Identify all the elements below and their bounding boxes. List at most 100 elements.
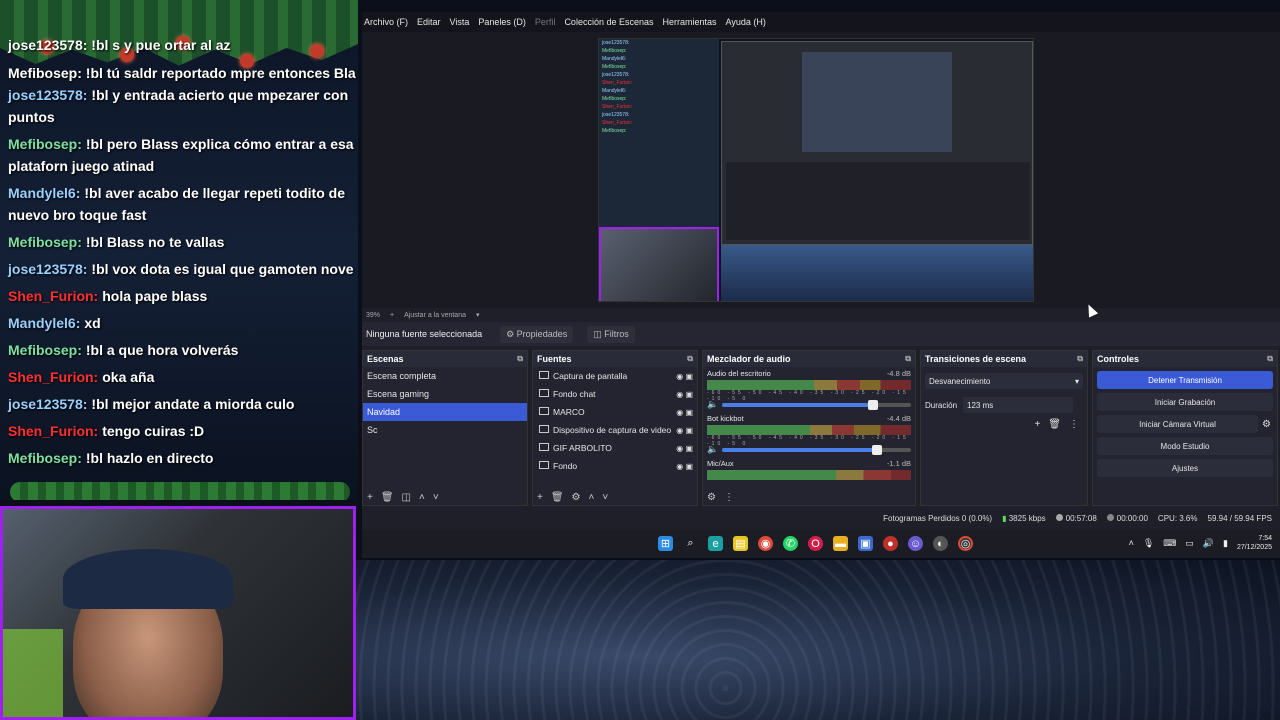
menu-item[interactable]: Archivo (F) [364, 17, 408, 27]
battery-icon[interactable]: ▮ [1223, 538, 1228, 549]
chat-message: Mefibosep: !bl hazlo en directo [8, 447, 356, 469]
mixer-channel-header: Bot kickbot -4.4 dB [707, 414, 911, 423]
transition-select[interactable]: Desvanecimiento ▾ [925, 373, 1083, 389]
filter-icon[interactable]: ◫ [402, 492, 411, 503]
volume-slider-fill [722, 447, 878, 452]
discord-icon[interactable]: ☺ [908, 536, 923, 551]
add-icon[interactable]: + [1034, 419, 1040, 430]
windows-start-icon[interactable]: ⊞ [658, 536, 673, 551]
microphone-icon[interactable]: 🎙 [1143, 538, 1154, 549]
chrome-icon[interactable]: ◉ [758, 536, 773, 551]
settings-button[interactable]: Ajustes [1097, 459, 1273, 477]
menu-item[interactable]: Vista [450, 17, 470, 27]
lock-icon[interactable]: ▣ [685, 444, 693, 453]
speaker-icon[interactable]: 🔈 [707, 399, 718, 410]
chevron-down-icon[interactable]: ▾ [476, 311, 480, 319]
cpu-usage: CPU: 3.6% [1157, 513, 1198, 523]
lock-icon[interactable]: ▣ [685, 408, 693, 417]
studio-mode-button[interactable]: Modo Estudio [1097, 437, 1273, 455]
menu-item[interactable]: Colección de Escenas [564, 17, 653, 27]
stream-preview[interactable]: jose123578: Mefibosep: Mandylel6: Mefibosep… [598, 38, 1034, 302]
chevron-down-icon[interactable]: ˅ [433, 492, 439, 503]
duration-input[interactable]: 123 ms [963, 397, 1074, 413]
popout-icon[interactable]: ⧉ [1077, 354, 1083, 364]
preview-chat-line: jose123578: [602, 72, 630, 78]
lock-icon[interactable]: ▣ [685, 390, 693, 399]
more-icon[interactable]: ⋮ [724, 492, 734, 503]
menu-item[interactable]: Perfil [535, 17, 556, 27]
popout-icon[interactable]: ⧉ [517, 354, 523, 364]
source-item[interactable]: Dispositivo de captura de video ◉ ▣ [533, 421, 697, 439]
chevron-up-icon[interactable]: ˄ [589, 492, 595, 503]
add-icon[interactable]: + [537, 492, 543, 503]
menu-item[interactable]: Herramientas [663, 17, 717, 27]
gear-icon[interactable]: ⚙ [572, 492, 581, 503]
volume-slider-handle[interactable] [868, 399, 879, 410]
mixer-channel-list: Audio del escritorio -4.8 dB -60 -55 -50 -… [703, 367, 915, 482]
dock-title: Controles ⧉ [1093, 351, 1277, 367]
zoom-plus-icon[interactable]: + [390, 312, 394, 319]
scene-item[interactable]: Escena completa [363, 367, 527, 385]
gear-icon[interactable]: ⚙ [1262, 419, 1271, 430]
menu-item[interactable]: Paneles (D) [478, 17, 526, 27]
scene-item[interactable]: Navidad [363, 403, 527, 421]
speaker-icon[interactable]: 🔈 [707, 444, 718, 455]
stop-stream-button[interactable]: Detener Transmisión [1097, 371, 1273, 389]
chat-text: xd [84, 315, 101, 331]
source-item[interactable]: Fondo chat ◉ ▣ [533, 385, 697, 403]
lock-icon[interactable]: ▣ [685, 462, 693, 471]
chat-username: jose123578: [8, 87, 88, 103]
trash-icon[interactable]: 🗑 [381, 492, 394, 503]
chat-text: !bl hazlo en directo [85, 450, 214, 466]
virtual-camera-button[interactable]: Iniciar Cámara Virtual [1097, 415, 1259, 433]
popout-icon[interactable]: ⧉ [905, 354, 911, 364]
properties-button[interactable]: ⚙ Propiedades [500, 325, 574, 343]
trash-icon[interactable]: 🗑 [1048, 419, 1061, 430]
popout-icon[interactable]: ⧉ [687, 354, 693, 364]
zoom-fit[interactable]: Ajustar a la ventana [404, 312, 466, 319]
source-item[interactable]: GIF ARBOLITO ◉ ▣ [533, 439, 697, 457]
preview-chat: jose123578: Mefibosep: Mandylel6: Mefibosep… [599, 39, 719, 227]
media-icon[interactable]: ● [883, 536, 898, 551]
keyboard-icon[interactable]: ⌨ [1163, 538, 1176, 549]
menu-item[interactable]: Editar [417, 17, 441, 27]
settings-icon[interactable]: ⚙ [707, 492, 716, 503]
app-icon[interactable]: ◐ [933, 536, 948, 551]
start-recording-button[interactable]: Iniciar Grabación [1097, 393, 1273, 411]
monitor-icon[interactable]: ▭ [1185, 538, 1194, 549]
scene-item[interactable]: Escena gaming [363, 385, 527, 403]
folder-icon[interactable]: ▬ [833, 536, 848, 551]
search-icon[interactable]: ⌕ [683, 536, 698, 551]
lock-icon[interactable]: ▣ [685, 426, 693, 435]
scene-item[interactable]: Sc [363, 421, 527, 439]
add-icon[interactable]: + [367, 492, 373, 503]
source-item[interactable]: Fondo ◉ ▣ [533, 457, 697, 475]
chevron-down-icon[interactable]: ˅ [602, 492, 608, 503]
menu-item[interactable]: Ayuda (H) [726, 17, 766, 27]
source-item[interactable]: MARCO ◉ ▣ [533, 403, 697, 421]
popout-icon[interactable]: ⧉ [1267, 354, 1273, 364]
clock[interactable]: 7:54 27/12/2025 [1237, 534, 1272, 552]
store-icon[interactable]: ▣ [858, 536, 873, 551]
obs-icon[interactable]: ◎ [958, 536, 973, 551]
filters-button[interactable]: ◫ Filtros [587, 325, 635, 343]
volume-slider-handle[interactable] [872, 444, 883, 455]
volume-icon[interactable]: 🔊 [1203, 538, 1214, 549]
more-icon[interactable]: ⋮ [1069, 419, 1079, 430]
whatsapp-icon[interactable]: ✆ [783, 536, 798, 551]
volume-meter [707, 470, 911, 480]
webcam-background [3, 629, 63, 717]
source-item[interactable]: Captura de pantalla ◉ ▣ [533, 367, 697, 385]
preview-chat-line: Mandylel6: [602, 56, 627, 62]
audio-mixer-dock: Mezclador de audio ⧉ Audio del escritorio… [702, 350, 916, 506]
volume-slider[interactable] [722, 399, 911, 410]
edge-icon[interactable]: e [708, 536, 723, 551]
chevron-up-icon[interactable]: ˄ [419, 492, 425, 503]
chevron-up-icon[interactable]: ˄ [1129, 538, 1134, 548]
sticky-notes-icon[interactable]: ▤ [733, 536, 748, 551]
volume-slider[interactable] [722, 444, 911, 455]
zoom-percent[interactable]: 39% [366, 312, 380, 319]
trash-icon[interactable]: 🗑 [551, 492, 564, 503]
lock-icon[interactable]: ▣ [685, 372, 693, 381]
opera-icon[interactable]: O [808, 536, 823, 551]
